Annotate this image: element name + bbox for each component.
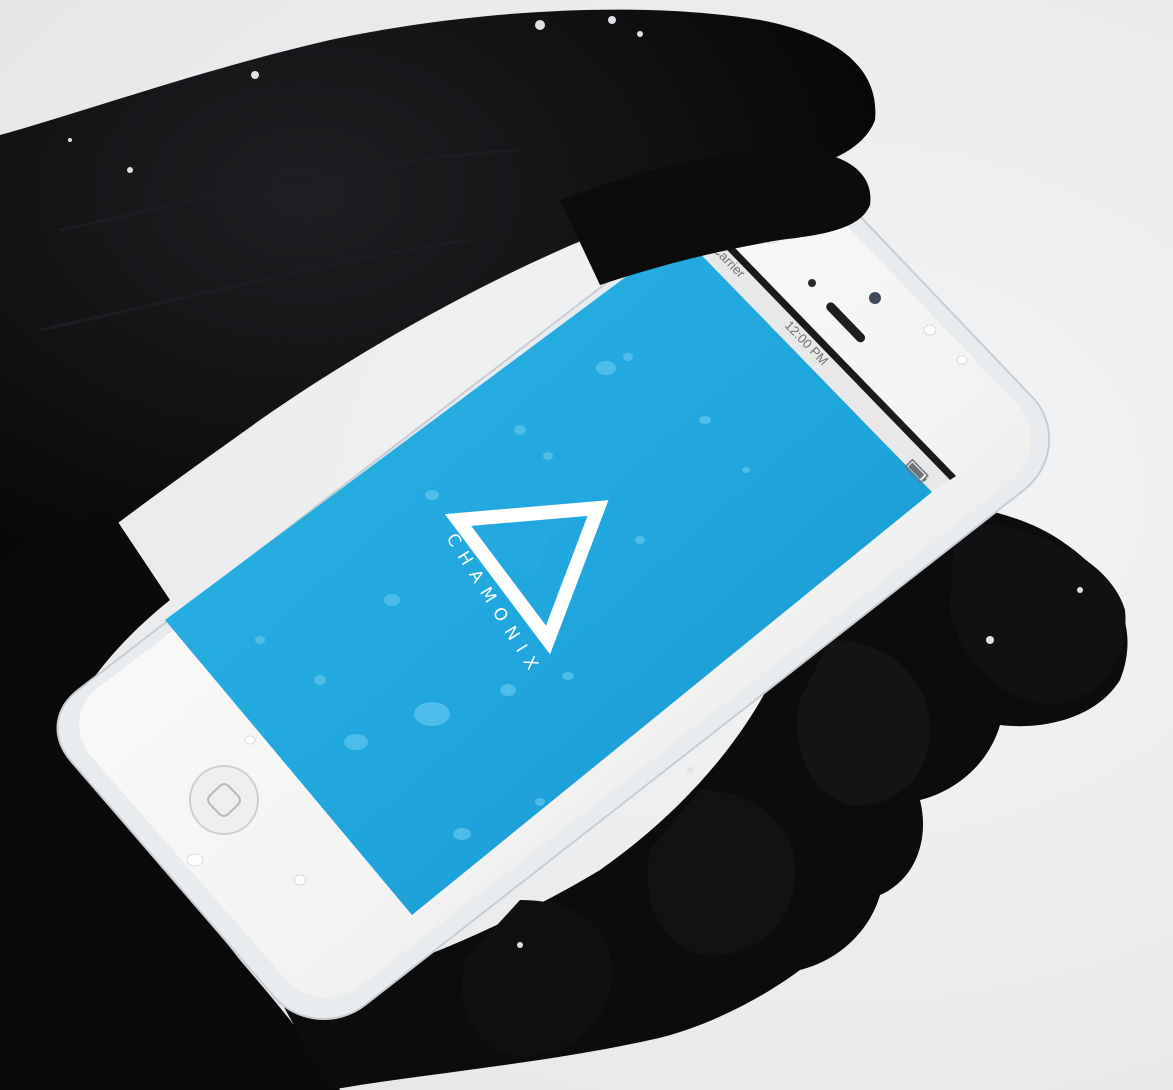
front-camera-icon (869, 292, 881, 304)
photo-scene: Carrier 12:00 PM CHAMONIX (0, 9, 1128, 1090)
proximity-sensor (808, 279, 816, 287)
home-button[interactable] (189, 765, 259, 835)
